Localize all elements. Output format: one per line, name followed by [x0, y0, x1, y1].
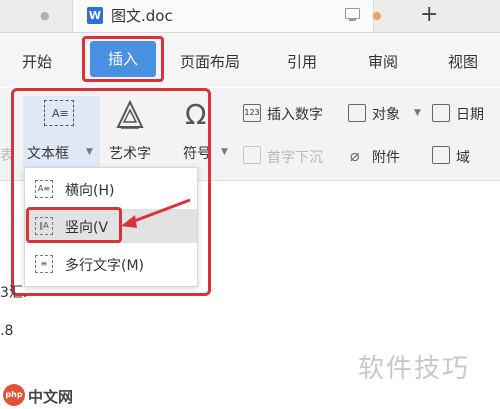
unsaved-dot-icon	[373, 12, 381, 20]
document-tab[interactable]: W 图文.doc	[72, 0, 381, 32]
insert-number-label[interactable]: 插入数字	[267, 104, 323, 124]
title-bar: ● W 图文.doc +	[0, 0, 500, 33]
field-icon	[432, 146, 450, 164]
word-doc-icon: W	[87, 7, 103, 24]
menu-review[interactable]: 审阅	[368, 51, 398, 72]
dropcap-label: 首字下沉	[267, 150, 323, 166]
watermark-text: 软件技巧	[358, 354, 471, 384]
field-label[interactable]: 域	[456, 147, 470, 167]
calendar-icon	[432, 104, 450, 122]
vertical-highlight-box	[26, 207, 122, 243]
date-label[interactable]: 日期	[456, 104, 484, 124]
menu-bar: 开始 插入 页面布局 引用 审阅 视图	[0, 33, 500, 87]
symbol-dropdown-arrow-icon[interactable]: ▼	[221, 147, 228, 157]
insert-number-icon: 123	[243, 104, 261, 122]
document-title: 图文.doc	[111, 7, 173, 25]
attachment-icon: ⌀	[350, 146, 360, 165]
tab-dot-icon: ●	[40, 9, 50, 22]
menu-home[interactable]: 开始	[22, 51, 52, 72]
object-label[interactable]: 对象	[372, 104, 400, 124]
new-tab-button[interactable]: +	[420, 2, 438, 27]
monitor-icon[interactable]	[345, 8, 360, 21]
document-text-line2: .8	[0, 323, 14, 339]
red-pointer-arrow-icon	[121, 198, 191, 228]
attachment-label[interactable]: 附件	[372, 147, 400, 167]
menu-references[interactable]: 引用	[287, 51, 317, 72]
menu-view[interactable]: 视图	[448, 51, 478, 72]
menu-page-layout[interactable]: 页面布局	[180, 51, 240, 72]
dropcap-icon	[243, 146, 261, 164]
insert-highlight-box	[82, 36, 164, 82]
object-dropdown-arrow-icon[interactable]: ▼	[414, 108, 421, 118]
document-text-line1: 3汇.	[0, 285, 28, 301]
object-icon	[348, 104, 366, 122]
php-logo-icon: php	[3, 384, 25, 406]
logo-text: 中文网	[28, 388, 74, 406]
textbox-highlight-box	[11, 88, 211, 296]
